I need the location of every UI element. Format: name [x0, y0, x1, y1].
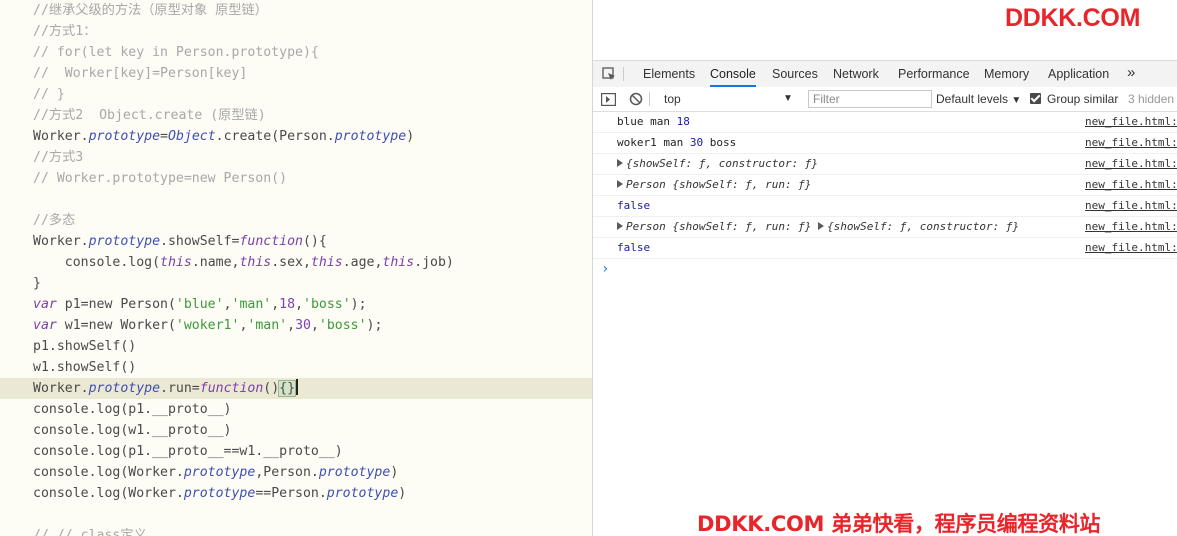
code-line[interactable]: console.log(p1.__proto__) [33, 399, 592, 420]
code-line[interactable]: // for(let key in Person.prototype){ [33, 42, 592, 63]
watermark-bottom: DDKK.COM 弟弟快看，程序员编程资料站 [697, 512, 1101, 536]
context-select[interactable]: top ▼ [657, 90, 797, 108]
watermark-top: DDKK.COM [1005, 4, 1141, 32]
tab-elements[interactable]: Elements [643, 61, 695, 87]
console-prompt[interactable]: › [593, 259, 1177, 279]
tab-memory[interactable]: Memory [984, 61, 1029, 87]
code-line[interactable]: w1.showSelf() [33, 357, 592, 378]
text-cursor [296, 379, 299, 395]
tab-network[interactable]: Network [833, 61, 879, 87]
sidebar-toggle-icon[interactable] [598, 89, 618, 109]
source-link[interactable]: new_file.html: [1085, 112, 1177, 132]
code-line[interactable]: Worker.prototype.showSelf=function(){ [33, 231, 592, 252]
code-line[interactable]: //方式3 [33, 147, 592, 168]
log-levels-label: Default levels [936, 92, 1009, 106]
clear-console-icon[interactable] [626, 89, 646, 109]
devtools-tab-bar: Elements Console Sources Network Performance… [593, 60, 1177, 88]
code-line[interactable]: // // class定义 [33, 525, 592, 536]
code-line[interactable] [33, 189, 592, 210]
code-line[interactable]: console.log(this.name,this.sex,this.age,… [33, 252, 592, 273]
code-line[interactable]: //方式1： [33, 21, 592, 42]
log-levels-dropdown[interactable]: Default levels ▼ [936, 87, 1021, 111]
console-message: false new_file.html: [593, 196, 1177, 217]
console-message: Person {showSelf: ƒ, run: ƒ} new_file.htm… [593, 175, 1177, 196]
console-message: blue man 18 new_file.html: [593, 112, 1177, 133]
console-message: false new_file.html: [593, 238, 1177, 259]
source-link[interactable]: new_file.html: [1085, 133, 1177, 153]
code-line[interactable]: Worker.prototype=Object.create(Person.pr… [33, 126, 592, 147]
code-line[interactable]: //多态 [33, 210, 592, 231]
devtools-panel: DDKK.COM Elements Console Sources Network Pe… [592, 0, 1177, 536]
source-link[interactable]: new_file.html: [1085, 175, 1177, 195]
chevron-down-icon: ▼ [783, 93, 793, 104]
hidden-count: 3 hidden [1128, 92, 1175, 106]
filter-input[interactable] [808, 90, 932, 108]
code-line[interactable] [33, 504, 592, 525]
expand-triangle-icon[interactable] [617, 159, 623, 167]
code-line[interactable]: // } [33, 84, 592, 105]
code-area[interactable]: //继承父级的方法（原型对象 原型链）//方式1：// for(let key … [0, 0, 592, 536]
more-tabs-icon[interactable]: » [1127, 60, 1135, 86]
code-line[interactable]: p1.showSelf() [33, 336, 592, 357]
code-line[interactable]: console.log(Worker.prototype,Person.prot… [33, 462, 592, 483]
context-value: top [664, 92, 681, 106]
console-messages: blue man 18 new_file.html: woker1 man 30 b… [593, 112, 1177, 279]
code-line[interactable]: Worker.prototype.run=function(){} [0, 378, 592, 399]
code-line[interactable]: // Worker.prototype=new Person() [33, 168, 592, 189]
code-line[interactable]: console.log(Worker.prototype==Person.pro… [33, 483, 592, 504]
code-line[interactable]: console.log(p1.__proto__==w1.__proto__) [33, 441, 592, 462]
console-message: {showSelf: ƒ, constructor: ƒ} new_file.ht… [593, 154, 1177, 175]
group-similar-checkbox[interactable] [1030, 93, 1041, 104]
source-link[interactable]: new_file.html: [1085, 238, 1177, 258]
tab-sources[interactable]: Sources [772, 61, 818, 87]
expand-triangle-icon[interactable] [818, 222, 825, 230]
code-line[interactable]: // Worker[key]=Person[key] [33, 63, 592, 84]
code-line[interactable]: } [33, 273, 592, 294]
expand-triangle-icon[interactable] [617, 180, 623, 188]
code-line[interactable]: var p1=new Person('blue','man',18,'boss'… [33, 294, 592, 315]
group-similar-label: Group similar [1047, 92, 1119, 106]
console-message: woker1 man 30 boss new_file.html: [593, 133, 1177, 154]
inspect-element-icon[interactable] [599, 64, 619, 84]
code-line[interactable]: //方式2 Object.create (原型链) [33, 105, 592, 126]
console-filter-bar: top ▼ Default levels ▼ Group similar 3 h… [593, 87, 1177, 112]
code-line[interactable]: //继承父级的方法（原型对象 原型链） [33, 0, 592, 21]
tab-performance[interactable]: Performance [898, 61, 970, 87]
chevron-down-icon: ▼ [1011, 95, 1022, 106]
expand-triangle-icon[interactable] [617, 222, 623, 230]
prompt-chevron-icon: › [601, 261, 610, 277]
code-editor[interactable]: //继承父级的方法（原型对象 原型链）//方式1：// for(let key … [0, 0, 592, 536]
source-link[interactable]: new_file.html: [1085, 217, 1177, 237]
tab-console[interactable]: Console [710, 61, 756, 87]
code-line[interactable]: var w1=new Worker('woker1','man',30,'bos… [33, 315, 592, 336]
console-message: Person {showSelf: ƒ, run: ƒ} {showSelf: … [593, 217, 1177, 238]
source-link[interactable]: new_file.html: [1085, 154, 1177, 174]
source-link[interactable]: new_file.html: [1085, 196, 1177, 216]
tab-application[interactable]: Application [1048, 61, 1109, 87]
code-line[interactable]: console.log(w1.__proto__) [33, 420, 592, 441]
